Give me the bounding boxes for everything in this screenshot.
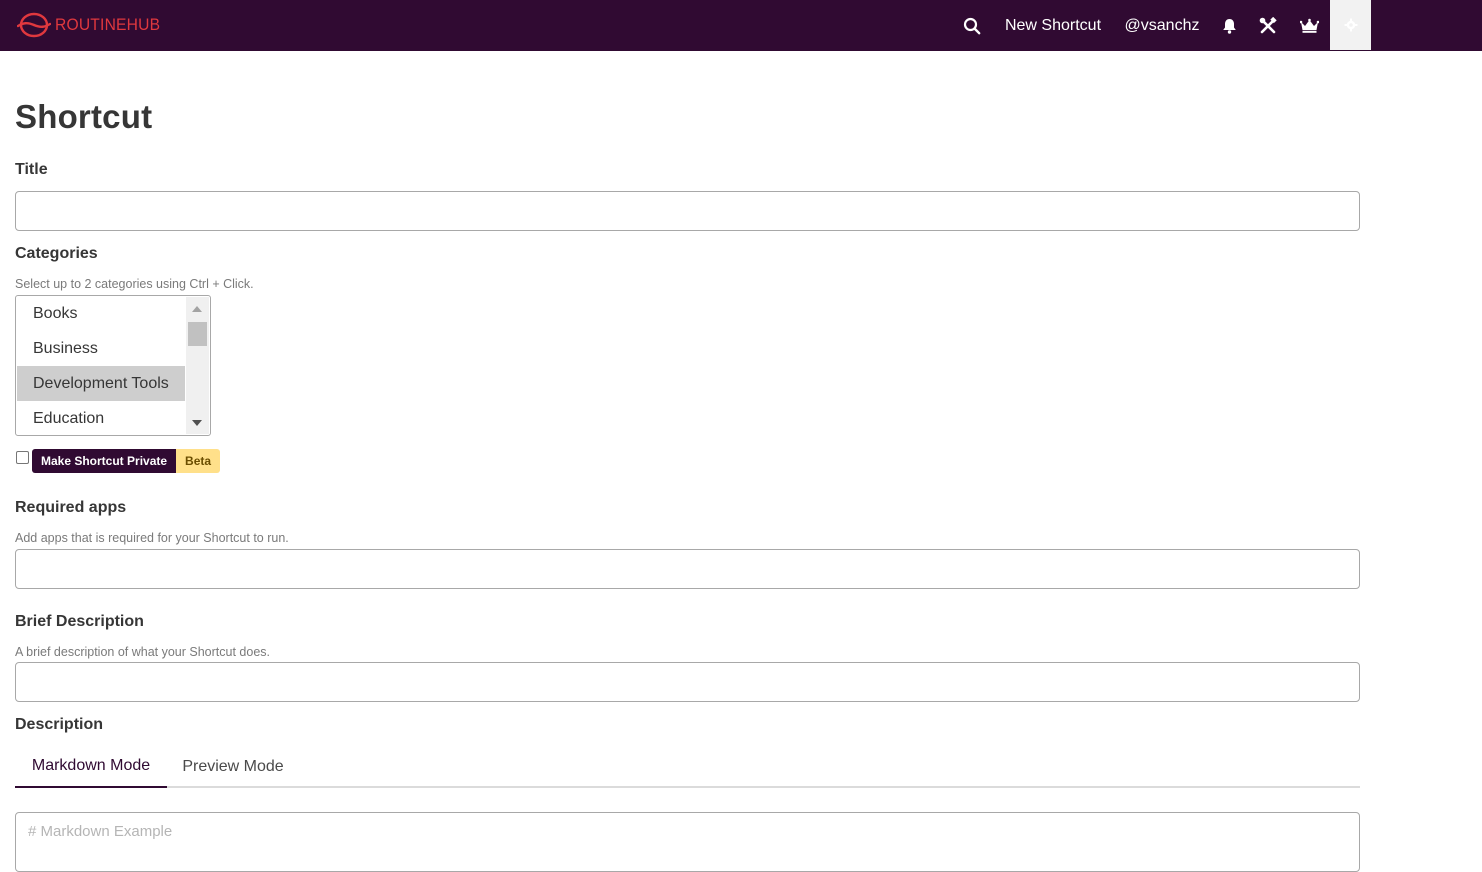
categories-scrollbar[interactable]: [186, 297, 209, 434]
categories-select[interactable]: Books Business Development Tools Educati…: [15, 295, 211, 436]
premium-button[interactable]: [1295, 0, 1323, 51]
category-option-education[interactable]: Education: [17, 401, 185, 435]
make-private-tag: Make Shortcut Private: [32, 449, 177, 473]
tools-icon: [1259, 16, 1277, 33]
description-textarea[interactable]: [15, 812, 1360, 872]
search-button[interactable]: [958, 0, 986, 51]
routinehub-logo-icon: [17, 12, 51, 38]
scroll-down-arrow-icon[interactable]: [192, 420, 202, 426]
page-title: Shortcut: [15, 98, 153, 135]
top-navbar: ROUTINEHUB New Shortcut @vsanchz: [0, 0, 1482, 51]
brief-description-help-text: A brief description of what your Shortcu…: [15, 645, 270, 659]
tab-preview-mode[interactable]: Preview Mode: [167, 745, 299, 788]
bell-icon: [1222, 18, 1236, 34]
new-shortcut-link[interactable]: New Shortcut: [997, 0, 1109, 51]
notifications-button[interactable]: [1217, 0, 1241, 51]
scroll-thumb[interactable]: [188, 322, 207, 346]
brand-name: ROUTINEHUB: [55, 15, 161, 34]
user-profile-link[interactable]: @vsanchz: [1118, 0, 1206, 51]
private-tags: Make Shortcut Private Beta: [32, 449, 221, 473]
category-option-business[interactable]: Business: [17, 331, 185, 366]
category-option-books[interactable]: Books: [17, 296, 185, 331]
title-label: Title: [15, 161, 48, 178]
categories-label: Categories: [15, 245, 98, 262]
title-input[interactable]: [15, 191, 1360, 231]
category-option-development-tools[interactable]: Development Tools: [17, 366, 185, 401]
brand-logo-link[interactable]: ROUTINEHUB: [17, 12, 169, 38]
search-icon: [963, 17, 981, 34]
description-label: Description: [15, 716, 104, 733]
tools-button[interactable]: [1255, 0, 1281, 51]
gear-icon: [1344, 18, 1357, 32]
required-apps-label: Required apps: [15, 499, 127, 516]
scroll-up-arrow-icon[interactable]: [192, 306, 202, 312]
description-tabs: Markdown Mode Preview Mode: [15, 745, 1360, 788]
settings-button[interactable]: [1330, 0, 1371, 50]
categories-help-text: Select up to 2 categories using Ctrl + C…: [15, 277, 254, 291]
tab-markdown-mode[interactable]: Markdown Mode: [15, 745, 167, 788]
crown-icon: [1299, 18, 1319, 33]
beta-tag: Beta: [176, 449, 221, 473]
required-apps-input[interactable]: [15, 549, 1360, 589]
brief-description-label: Brief Description: [15, 613, 144, 630]
make-private-checkbox[interactable]: [16, 451, 29, 464]
brief-description-input[interactable]: [15, 662, 1360, 702]
required-apps-help-text: Add apps that is required for your Short…: [15, 531, 289, 545]
